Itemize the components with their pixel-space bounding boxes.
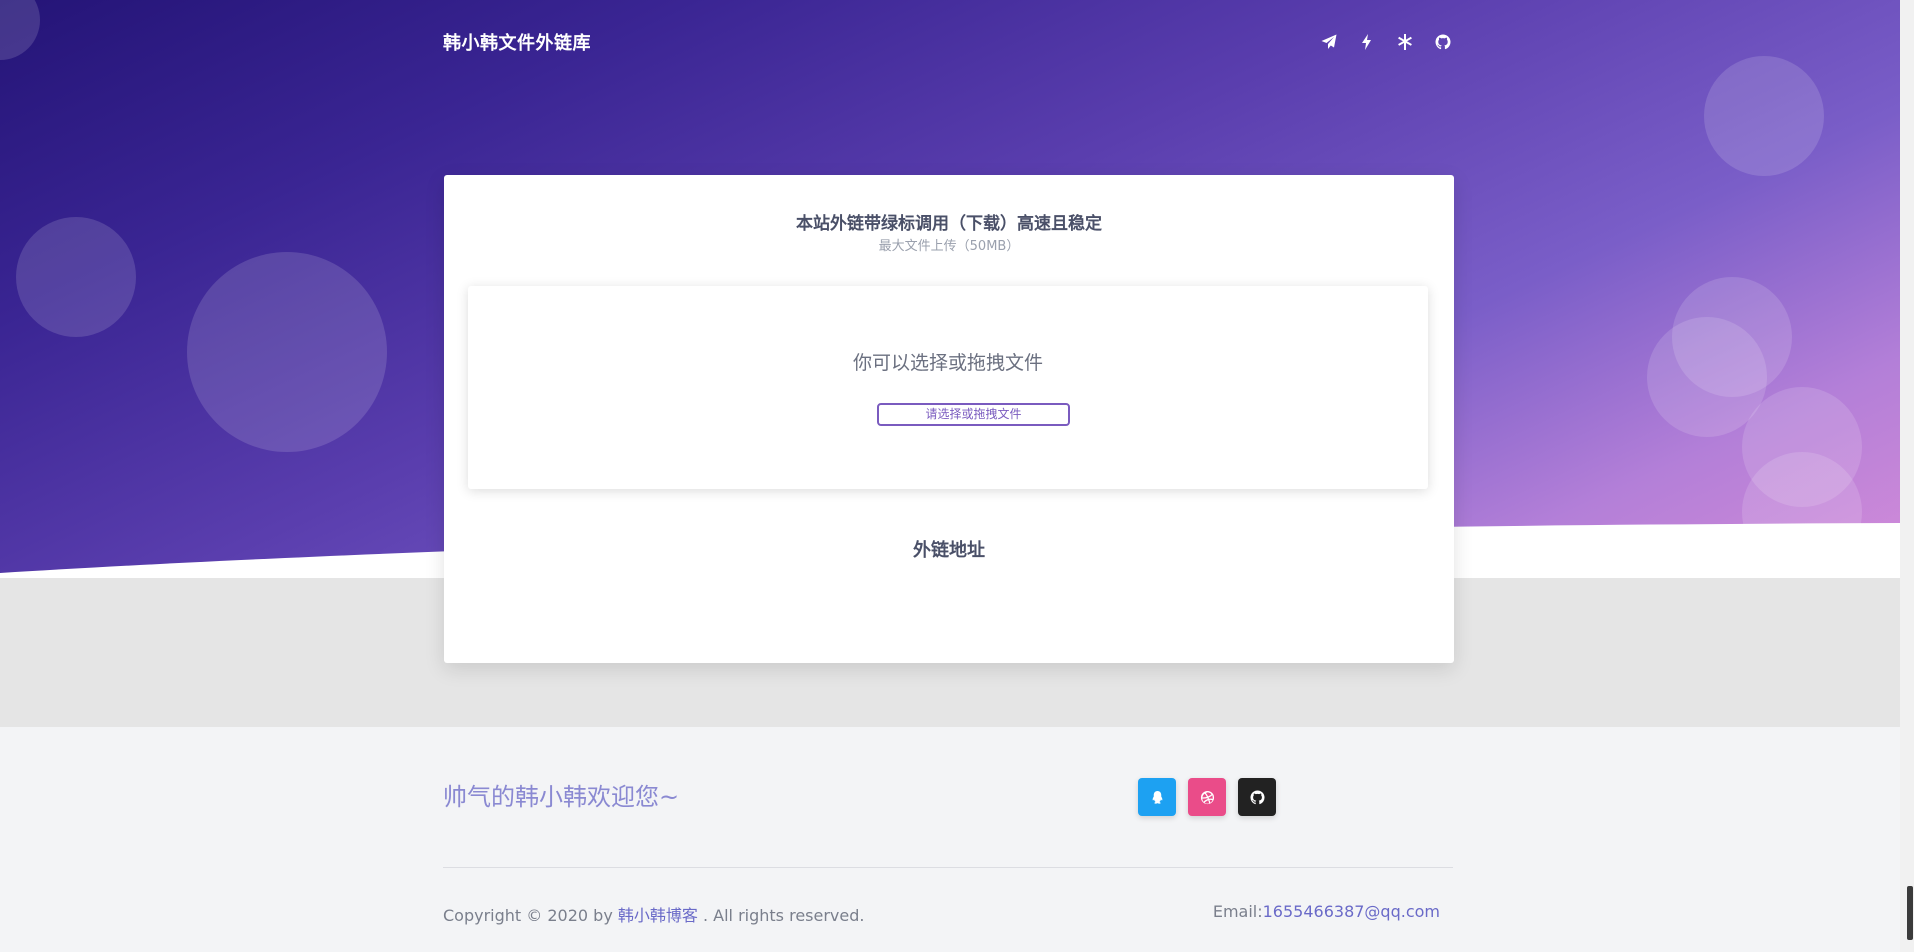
email-label: Email: bbox=[1212, 902, 1263, 921]
bolt-icon[interactable] bbox=[1357, 32, 1377, 52]
dribbble-icon[interactable] bbox=[1188, 778, 1226, 816]
decor-circle bbox=[16, 217, 136, 337]
blog-link[interactable]: 韩小韩博客 bbox=[618, 906, 698, 925]
decor-circle bbox=[187, 252, 387, 452]
decor-circle bbox=[1672, 277, 1792, 397]
footer-divider bbox=[443, 867, 1453, 868]
footer-slogan: 帅气的韩小韩欢迎您~ bbox=[443, 783, 680, 811]
copyright-prefix: Copyright © 2020 by bbox=[443, 906, 613, 925]
dropzone-prompt: 你可以选择或拖拽文件 bbox=[852, 352, 1043, 374]
scrollbar-thumb[interactable] bbox=[1907, 886, 1913, 940]
qq-icon[interactable] bbox=[1138, 778, 1176, 816]
decor-circle bbox=[1704, 56, 1824, 176]
social-links bbox=[1138, 778, 1276, 816]
copyright-suffix: . All rights reserved. bbox=[702, 906, 865, 925]
github-icon[interactable] bbox=[1238, 778, 1276, 816]
card-title: 本站外链带绿标调用（下载）高速且稳定 bbox=[796, 214, 1102, 234]
contact-email: Email:1655466387@qq.com bbox=[1213, 902, 1440, 921]
footer: 帅气的韩小韩欢迎您~ Copyright © 2020 by 韩小韩博客 . A… bbox=[0, 727, 1900, 952]
file-dropzone[interactable]: 你可以选择或拖拽文件 请选择或拖拽文件 bbox=[468, 286, 1428, 489]
github-icon[interactable] bbox=[1433, 32, 1453, 52]
upload-card: 本站外链带绿标调用（下载）高速且稳定 最大文件上传（50MB） 你可以选择或拖拽… bbox=[444, 175, 1454, 663]
asterisk-icon[interactable] bbox=[1395, 32, 1415, 52]
nav-icon-group bbox=[1319, 32, 1453, 52]
copyright: Copyright © 2020 by 韩小韩博客 . All rights r… bbox=[443, 902, 864, 926]
scrollbar[interactable] bbox=[1900, 0, 1914, 952]
site-brand[interactable]: 韩小韩文件外链库 bbox=[443, 29, 591, 55]
select-file-button[interactable]: 请选择或拖拽文件 bbox=[877, 403, 1070, 426]
link-section-title: 外链地址 bbox=[913, 540, 985, 561]
decor-circle bbox=[0, 0, 40, 60]
paper-plane-icon[interactable] bbox=[1319, 32, 1339, 52]
top-nav: 韩小韩文件外链库 bbox=[443, 26, 1453, 58]
email-address[interactable]: 1655466387@qq.com bbox=[1263, 902, 1440, 921]
card-subtitle: 最大文件上传（50MB） bbox=[878, 239, 1020, 254]
